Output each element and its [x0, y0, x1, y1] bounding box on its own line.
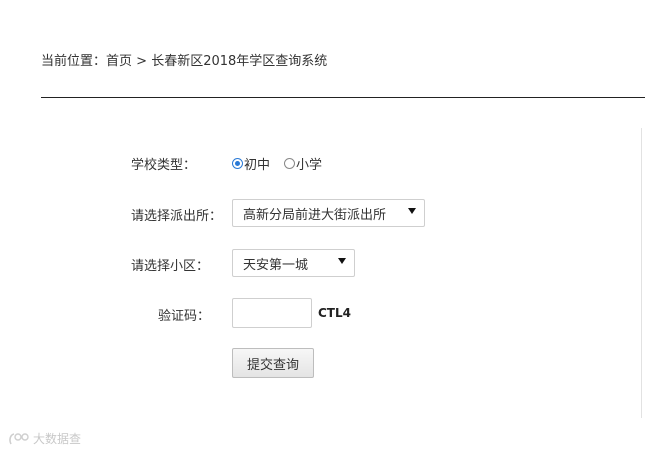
radio-unchecked-icon[interactable]: [284, 158, 296, 169]
dropdown-arrow-icon: [338, 258, 346, 264]
dropdown-arrow-icon: [408, 208, 416, 214]
radio-primary[interactable]: 小学: [284, 154, 322, 173]
watermark-logo-icon: [9, 432, 29, 444]
breadcrumb-home-link[interactable]: 首页: [106, 54, 132, 69]
submit-query-button[interactable]: 提交查询: [232, 348, 314, 378]
police-station-select[interactable]: 高新分局前进大街派出所: [232, 199, 425, 227]
header-divider: [41, 97, 645, 98]
captcha-input[interactable]: [232, 298, 312, 328]
form-panel-border: [641, 128, 642, 418]
breadcrumb-prefix: 当前位置：: [41, 54, 107, 69]
captcha-label: 验证码：: [158, 309, 211, 324]
radio-primary-label: 小学: [296, 158, 323, 173]
school-type-label: 学校类型：: [131, 158, 197, 173]
watermark: 大数据查: [8, 430, 81, 447]
community-selected-value: 天安第一城: [243, 257, 309, 273]
school-type-radio-group: 初中 小学: [232, 154, 336, 173]
breadcrumb: 当前位置：首页 > 长春新区2018年学区查询系统: [41, 50, 327, 69]
radio-checked-icon[interactable]: [232, 158, 243, 169]
community-label: 请选择小区：: [131, 259, 210, 274]
captcha-code-image[interactable]: CTL4: [318, 306, 351, 320]
police-station-label: 请选择派出所：: [131, 209, 223, 224]
watermark-text: 大数据查: [33, 432, 82, 446]
radio-junior-high-label: 初中: [244, 158, 271, 173]
breadcrumb-current-link[interactable]: 长春新区2018年学区查询系统: [151, 54, 327, 69]
police-station-selected-value: 高新分局前进大街派出所: [243, 207, 387, 223]
radio-junior-high[interactable]: 初中: [232, 154, 270, 173]
breadcrumb-separator: >: [132, 54, 152, 69]
community-select[interactable]: 天安第一城: [232, 249, 355, 277]
